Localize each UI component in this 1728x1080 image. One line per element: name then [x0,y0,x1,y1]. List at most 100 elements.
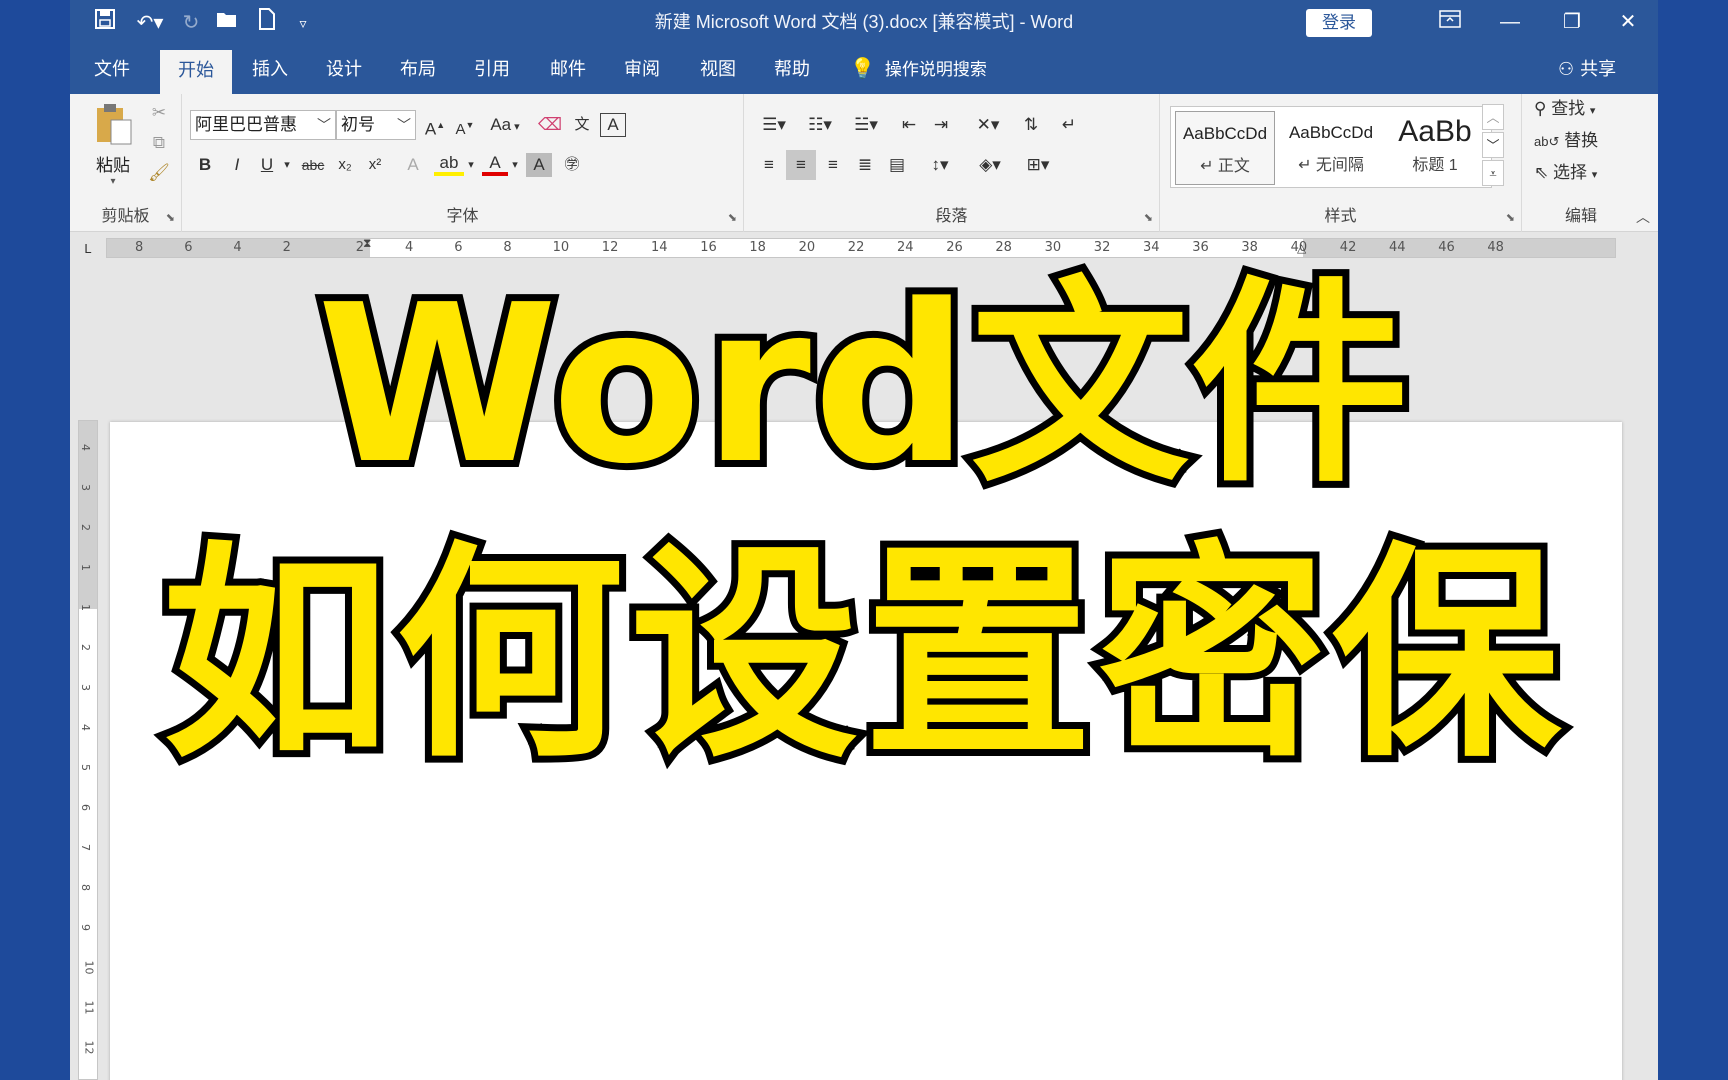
login-button[interactable]: 登录 [1306,9,1372,37]
dialog-launcher-icon[interactable]: ⬊ [1506,211,1515,224]
tab-references[interactable]: 引用 [460,46,524,94]
paste-button[interactable]: 粘贴 ▾ [88,102,138,187]
highlight-color-icon[interactable]: ab [434,150,464,176]
clear-formatting-icon[interactable]: ⌫ [536,110,564,140]
tab-view[interactable]: 视图 [686,46,750,94]
increase-indent-icon[interactable]: ⇥ [926,110,956,140]
ribbon-display-options-icon[interactable] [1420,0,1480,46]
minimize-icon[interactable]: — [1480,0,1540,46]
tab-insert[interactable]: 插入 [238,46,302,94]
ruler-number: 48 [1487,240,1504,255]
right-indent-marker-icon[interactable]: △ [1297,241,1306,255]
find-button[interactable]: ⚲ 查找 ▾ [1534,94,1595,124]
subscript-icon[interactable]: x₂ [332,150,358,180]
scroll-up-icon[interactable]: ︿ [1482,104,1504,130]
ruler-number: 20 [798,240,816,255]
dialog-launcher-icon[interactable]: ⬊ [728,211,737,224]
tab-review[interactable]: 审阅 [610,46,674,94]
ruler-number: 30 [1044,240,1062,255]
style-normal[interactable]: AaBbCcDd ↵ 正文 [1175,111,1275,185]
font-name-value: 阿里巴巴普惠 [195,115,297,134]
indent-marker-icon[interactable]: ⧗ [363,236,371,251]
overlay-title-line-1: Word文件 [310,252,1416,519]
replace-button[interactable]: ab↺ 替换 [1534,126,1598,156]
underline-icon[interactable]: U [254,150,280,180]
chevron-down-icon[interactable]: ▾ [508,150,522,180]
restore-icon[interactable]: ❐ [1542,0,1602,46]
more-styles-icon[interactable]: ⩡ [1482,160,1504,186]
dialog-launcher-icon[interactable]: ⬊ [1144,211,1153,224]
collapse-ribbon-icon[interactable]: ︿ [1636,207,1650,227]
bullets-icon[interactable]: ☰▾ [754,110,794,140]
tab-design[interactable]: 设计 [312,46,376,94]
paragraph-group: ☰▾ ☷▾ ☱▾ ⇤ ⇥ ✕▾ ⇅ ↵ ≡ ≡ ≡ ≣ ▤ ↕▾ ◈▾ ⊞▾ 段… [744,94,1160,232]
italic-icon[interactable]: I [224,150,250,180]
ruler-number: 24 [897,240,914,255]
character-border-icon[interactable]: A [600,113,626,137]
customize-toolbar-icon[interactable]: ▿ [290,8,316,38]
superscript-icon[interactable]: x² [362,150,388,180]
tab-mailings[interactable]: 邮件 [536,46,600,94]
cut-icon[interactable]: ✂ [146,98,172,128]
tab-layout[interactable]: 布局 [386,46,450,94]
replace-icon: ab↺ [1534,134,1560,149]
align-right-icon[interactable]: ≡ [818,150,848,180]
share-button[interactable]: ⚇ 共享 [1558,46,1616,94]
tab-help[interactable]: 帮助 [760,46,824,94]
format-painter-icon[interactable]: 🖌 [146,158,172,188]
style-heading-1[interactable]: AaBb 标题 1 [1385,111,1485,185]
redo-icon[interactable]: ↻ [176,8,206,38]
select-label: 选择 [1552,163,1587,182]
font-size-combobox[interactable]: 初号 ﹀ [336,110,416,140]
align-left-icon[interactable]: ≡ [754,150,784,180]
numbering-icon[interactable]: ☷▾ [800,110,840,140]
tab-home[interactable]: 开始 [160,50,232,94]
save-icon[interactable] [90,8,120,38]
borders-icon[interactable]: ⊞▾ [1016,150,1060,180]
line-spacing-icon[interactable]: ↕▾ [920,150,960,180]
font-name-combobox[interactable]: 阿里巴巴普惠 ﹀ [190,110,336,140]
text-effects-icon[interactable]: A [400,150,426,180]
chevron-down-icon: ﹀ [397,117,411,133]
decrease-indent-icon[interactable]: ⇤ [894,110,924,140]
bold-icon[interactable]: B [192,150,218,180]
sort-icon[interactable]: ⇅ [1016,110,1046,140]
copy-icon[interactable]: ⧉ [146,128,172,158]
paragraph-group-label: 段落 [744,202,1159,226]
character-shading-icon[interactable]: A [526,153,552,177]
new-document-icon[interactable] [252,8,282,38]
lightbulb-icon: 💡 [850,58,875,80]
enclose-characters-icon[interactable]: ㊫ [558,150,586,180]
distributed-icon[interactable]: ▤ [882,150,912,180]
multilevel-list-icon[interactable]: ☱▾ [846,110,886,140]
dialog-launcher-icon[interactable]: ⬊ [166,211,175,224]
ruler-number: 2 [282,240,291,255]
paragraph-label-text: 段落 [935,208,968,225]
tab-file[interactable]: 文件 [82,46,142,94]
phonetic-guide-icon[interactable]: 文 [568,110,596,140]
ruler-number: 6 [184,240,193,255]
align-center-icon[interactable]: ≡ [786,150,816,180]
strikethrough-icon[interactable]: abc [298,150,328,180]
chevron-down-icon[interactable]: ▾ [280,150,294,180]
select-button[interactable]: ⇖ 选择 ▾ [1534,158,1597,188]
find-label: 查找 [1551,99,1586,118]
shading-icon[interactable]: ◈▾ [968,150,1012,180]
shrink-font-icon[interactable]: A▼ [452,110,478,140]
open-folder-icon[interactable] [212,8,242,38]
change-case-button[interactable]: Aa ▾ [482,110,528,140]
font-color-icon[interactable]: A [482,150,508,176]
close-icon[interactable]: ✕ [1598,0,1658,46]
chinese-layout-icon[interactable]: ✕▾ [966,110,1010,140]
style-no-spacing[interactable]: AaBbCcDd ↵ 无间隔 [1281,111,1381,185]
scroll-down-icon[interactable]: ﹀ [1482,132,1504,158]
undo-icon[interactable]: ↶▾ [130,8,170,38]
tell-me-search[interactable]: 💡 操作说明搜索 [850,46,987,94]
show-marks-icon[interactable]: ↵ [1054,110,1084,140]
style-sample: AaBbCcDd [1182,124,1268,143]
ruler-number: 18 [749,240,766,255]
ribbon-tab-bar: 文件 开始 插入 设计 布局 引用 邮件 审阅 视图 帮助 💡 操作说明搜索 ⚇ 共… [70,46,1658,94]
justify-icon[interactable]: ≣ [850,150,880,180]
chevron-down-icon[interactable]: ▾ [464,150,478,180]
grow-font-icon[interactable]: A▲ [422,110,448,140]
